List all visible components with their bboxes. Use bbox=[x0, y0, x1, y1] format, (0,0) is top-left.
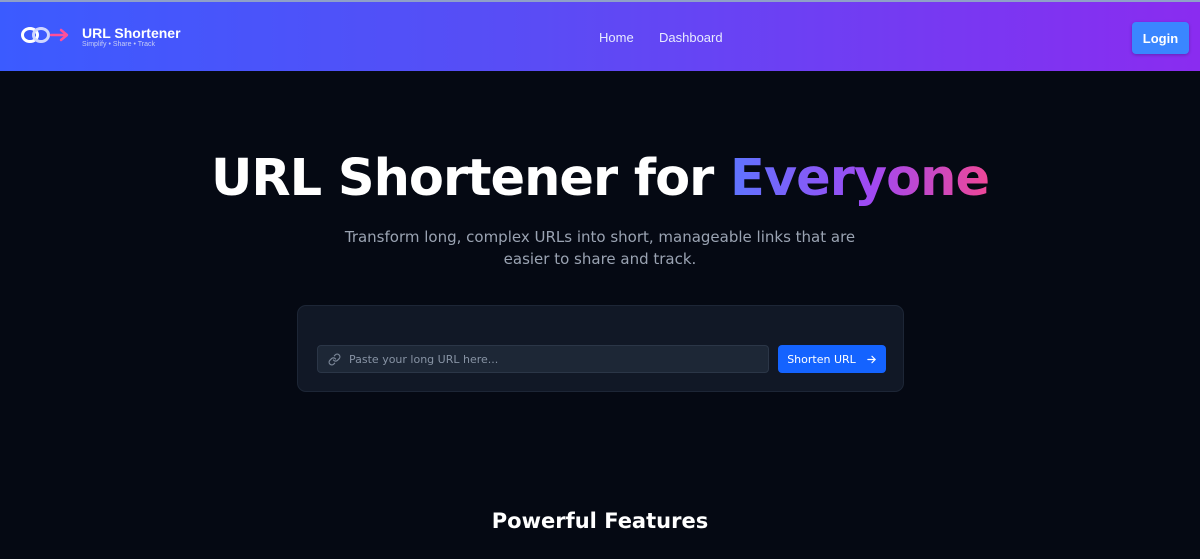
hero-title: URL Shortener for Everyone bbox=[0, 146, 1200, 212]
login-button[interactable]: Login bbox=[1132, 22, 1189, 54]
nav-link-home[interactable]: Home bbox=[599, 30, 634, 45]
arrow-right-icon bbox=[867, 355, 876, 363]
brand[interactable]: URL Shortener Simplify • Share • Track bbox=[20, 25, 181, 49]
link-chain-arrow-icon bbox=[21, 27, 69, 43]
shorten-url-button-label: Shorten URL bbox=[787, 352, 856, 366]
top-navbar: URL Shortener Simplify • Share • Track H… bbox=[0, 0, 1200, 71]
features-heading: Powerful Features bbox=[491, 509, 709, 533]
brand-title: URL Shortener bbox=[82, 25, 181, 41]
shorten-url-card: Shorten URL bbox=[297, 305, 904, 392]
url-input[interactable] bbox=[349, 346, 764, 372]
hero-subtitle: Transform long, complex URLs into short,… bbox=[344, 228, 856, 268]
shorten-url-button[interactable]: Shorten URL bbox=[778, 345, 886, 373]
brand-tagline: Simplify • Share • Track bbox=[82, 41, 155, 48]
url-input-container[interactable] bbox=[317, 345, 769, 373]
hero-title-accent: Everyone bbox=[730, 149, 990, 208]
hero-title-main: URL Shortener for bbox=[210, 149, 731, 208]
link-icon bbox=[328, 353, 341, 366]
nav-link-dashboard[interactable]: Dashboard bbox=[659, 30, 723, 45]
